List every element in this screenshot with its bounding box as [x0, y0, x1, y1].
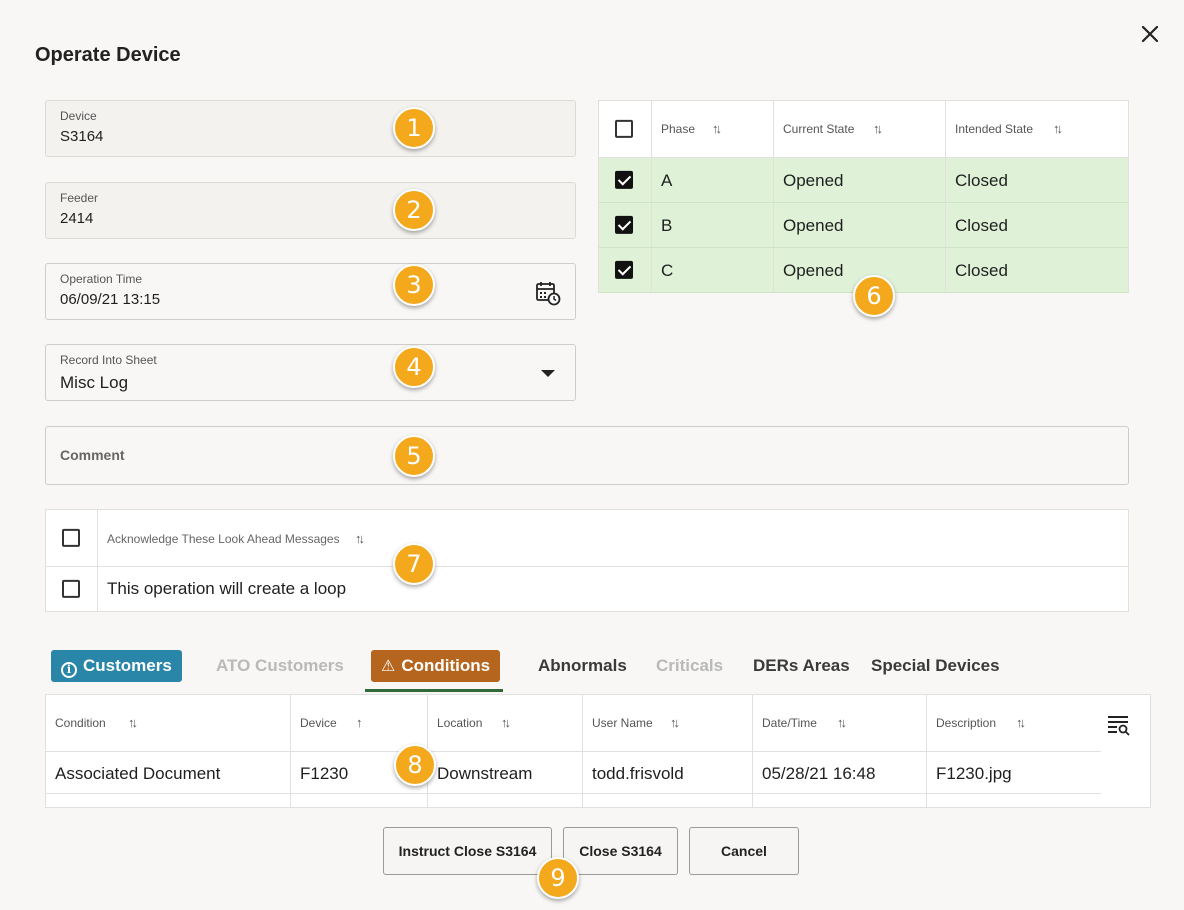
header-date-time[interactable]: Date/Time — [762, 716, 817, 730]
current-state-value: Opened — [783, 261, 844, 280]
tab-special-devices[interactable]: Special Devices — [871, 650, 1000, 682]
callout-badge: 8 — [394, 744, 436, 786]
table-row[interactable] — [46, 794, 1101, 807]
look-ahead-row[interactable]: This operation will create a loop — [46, 567, 1128, 611]
tab-ders-areas[interactable]: DERs Areas — [753, 650, 850, 682]
operation-time-label: Operation Time — [60, 272, 143, 286]
conditions-header: Condition ↑↓ Device ↑ Location ↑↓ User Name… — [46, 695, 1101, 752]
acknowledge-message-checkbox[interactable] — [62, 579, 80, 598]
sort-icon[interactable]: ↑↓ — [837, 715, 847, 730]
phase-a-checkbox[interactable] — [615, 170, 633, 189]
phase-value: C — [661, 261, 674, 280]
select-all-checkbox[interactable] — [615, 119, 633, 138]
callout-badge: 3 — [393, 264, 435, 306]
header-intended-state[interactable]: Intended State — [955, 122, 1033, 136]
comment-input[interactable]: Comment — [45, 426, 1129, 485]
table-row[interactable]: Associated Document F1230 Downstream tod… — [46, 752, 1101, 794]
phase-row[interactable]: B Opened Closed — [599, 203, 1128, 248]
feeder-value: 2414 — [60, 210, 94, 227]
phase-row[interactable]: A Opened Closed — [599, 158, 1128, 203]
callout-badge: 9 — [537, 857, 579, 899]
phase-c-checkbox[interactable] — [615, 260, 633, 279]
description-value: F1230.jpg — [936, 764, 1012, 783]
callout-badge: 4 — [393, 346, 435, 388]
dialog-title: Operate Device — [35, 44, 181, 66]
operation-time-field[interactable]: Operation Time 06/09/21 13:15 — [45, 263, 576, 320]
tab-ato-customers[interactable]: ATO Customers — [216, 650, 344, 682]
instruct-close-button[interactable]: Instruct Close S3164 — [383, 827, 552, 875]
sort-icon[interactable]: ↑↓ — [128, 715, 138, 730]
sort-icon[interactable]: ↑↓ — [355, 531, 365, 546]
cancel-button[interactable]: Cancel — [689, 827, 799, 875]
comment-label: Comment — [60, 447, 125, 463]
phase-b-checkbox[interactable] — [615, 215, 633, 234]
sort-ascending-icon[interactable]: ↑ — [356, 715, 363, 730]
tab-customers[interactable]: i Customers — [51, 650, 182, 682]
current-state-value: Opened — [783, 216, 844, 235]
feeder-label: Feeder — [60, 191, 99, 205]
header-device[interactable]: Device — [300, 716, 337, 730]
callout-badge: 1 — [393, 107, 435, 149]
look-ahead-table: Acknowledge These Look Ahead Messages ↑↓ … — [45, 509, 1129, 612]
device-value: F1230 — [300, 764, 349, 783]
header-condition[interactable]: Condition — [55, 716, 106, 730]
sort-icon[interactable]: ↑↓ — [1053, 121, 1063, 136]
column-filter-icon[interactable] — [1106, 713, 1132, 737]
conditions-table: Condition ↑↓ Device ↑ Location ↑↓ User Name… — [45, 694, 1151, 808]
device-value: S3164 — [60, 128, 104, 145]
device-label: Device — [60, 109, 97, 123]
callout-badge: 5 — [393, 435, 435, 477]
phase-table-header: Phase ↑↓ Current State ↑↓ Intended State ↑↓ — [599, 101, 1128, 158]
operate-device-dialog: Operate Device Device S3164 Feeder 2414 … — [0, 0, 1184, 910]
calendar-clock-icon[interactable] — [535, 280, 561, 306]
feeder-field: Feeder 2414 — [45, 182, 576, 239]
tab-conditions[interactable]: ⚠ Conditions — [371, 650, 501, 682]
sort-icon[interactable]: ↑↓ — [1016, 715, 1026, 730]
sort-icon[interactable]: ↑↓ — [873, 121, 883, 136]
tab-bar: i Customers ATO Customers ⚠ Conditions Abn… — [45, 645, 1045, 693]
sort-icon[interactable]: ↑↓ — [712, 121, 722, 136]
current-state-value: Opened — [783, 171, 844, 190]
close-button[interactable]: Close S3164 — [563, 827, 678, 875]
user-name-value: todd.frisvold — [592, 764, 684, 783]
callout-badge: 6 — [853, 275, 895, 317]
record-sheet-label: Record Into Sheet — [60, 353, 157, 367]
date-time-value: 05/28/21 16:48 — [762, 764, 876, 783]
look-ahead-header: Acknowledge These Look Ahead Messages ↑↓ — [46, 510, 1128, 567]
tab-abnormals[interactable]: Abnormals — [538, 650, 627, 682]
look-ahead-message: This operation will create a loop — [107, 579, 347, 598]
dropdown-caret-icon[interactable] — [541, 370, 555, 377]
location-value: Downstream — [437, 764, 533, 783]
close-icon[interactable] — [1138, 22, 1162, 46]
warning-icon: ⚠ — [381, 658, 396, 675]
phase-value: B — [661, 216, 673, 235]
active-tab-indicator — [365, 689, 503, 692]
header-look-ahead[interactable]: Acknowledge These Look Ahead Messages — [107, 532, 340, 546]
header-phase[interactable]: Phase — [661, 122, 695, 136]
intended-state-value: Closed — [955, 261, 1008, 280]
header-user-name[interactable]: User Name — [592, 716, 653, 730]
header-current-state[interactable]: Current State — [783, 122, 854, 136]
sort-icon[interactable]: ↑↓ — [670, 715, 680, 730]
intended-state-value: Closed — [955, 216, 1008, 235]
header-description[interactable]: Description — [936, 716, 996, 730]
header-location[interactable]: Location — [437, 716, 482, 730]
phase-value: A — [661, 171, 673, 190]
sort-icon[interactable]: ↑↓ — [501, 715, 511, 730]
record-sheet-select[interactable]: Record Into Sheet Misc Log — [45, 344, 576, 401]
device-field: Device S3164 — [45, 100, 576, 157]
info-icon: i — [61, 662, 77, 678]
record-sheet-value[interactable]: Misc Log — [60, 373, 128, 393]
callout-badge: 7 — [393, 543, 435, 585]
operation-time-value[interactable]: 06/09/21 13:15 — [60, 291, 160, 308]
acknowledge-all-checkbox[interactable] — [62, 528, 80, 547]
callout-badge: 2 — [393, 189, 435, 231]
condition-value: Associated Document — [55, 764, 221, 783]
intended-state-value: Closed — [955, 171, 1008, 190]
tab-criticals[interactable]: Criticals — [656, 650, 723, 682]
phase-table: Phase ↑↓ Current State ↑↓ Intended State ↑↓… — [598, 100, 1129, 293]
